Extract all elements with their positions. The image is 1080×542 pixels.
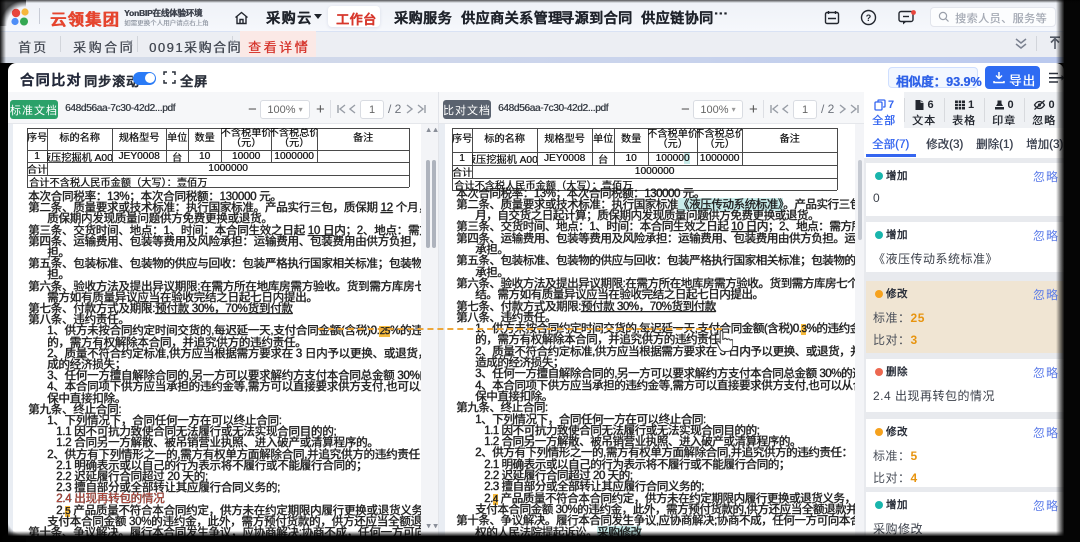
svg-text:?: ? bbox=[866, 13, 872, 23]
